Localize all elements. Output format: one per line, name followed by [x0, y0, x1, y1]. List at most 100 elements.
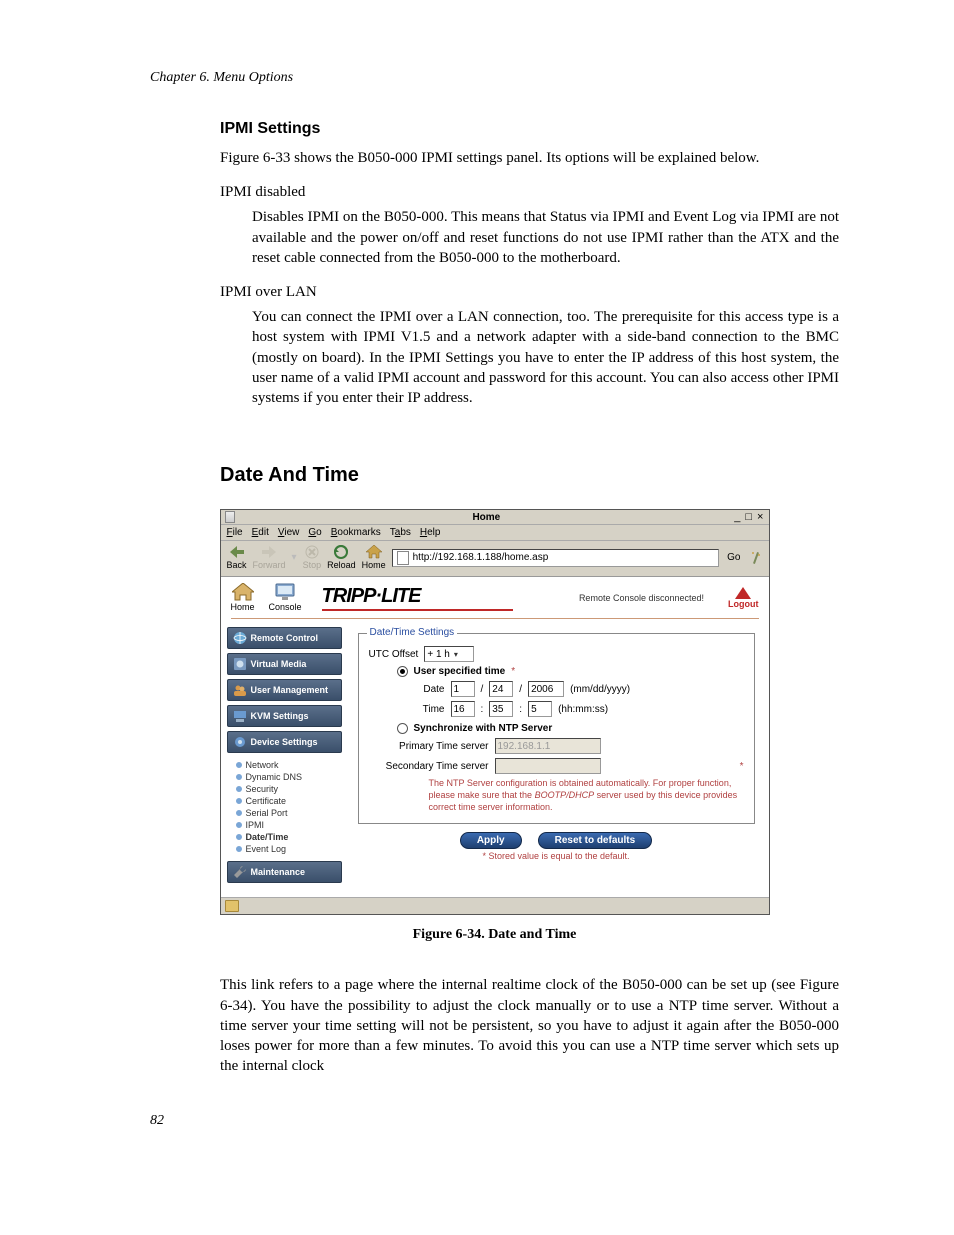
radio-user-time[interactable] [397, 666, 408, 677]
forward-arrow-icon [261, 545, 277, 559]
stop-button: Stop [303, 545, 322, 570]
stored-default-note: * Stored value is equal to the default. [358, 851, 755, 861]
figure-caption: Figure 6-34. Date and Time [150, 927, 839, 943]
forward-button: Forward [253, 545, 286, 570]
stop-label: Stop [303, 560, 322, 570]
sub-dynamic-dns[interactable]: Dynamic DNS [235, 771, 342, 783]
sidebar-item-remote-control[interactable]: Remote Control [227, 627, 342, 649]
sidebar-item-label: KVM Settings [251, 711, 309, 721]
def-ipmi-over-lan: You can connect the IPMI over a LAN conn… [150, 307, 839, 408]
sub-ipmi[interactable]: IPMI [235, 819, 342, 831]
logout-icon [735, 587, 751, 599]
home-label: Home [362, 560, 386, 570]
document-icon [397, 551, 409, 565]
date-label: Date [415, 684, 445, 695]
home-icon [366, 545, 382, 559]
time-hour-input[interactable]: 16 [451, 701, 475, 717]
page-number: 82 [150, 1113, 839, 1129]
utc-offset-label: UTC Offset [369, 649, 419, 660]
sub-serial-port[interactable]: Serial Port [235, 807, 342, 819]
menu-tabs[interactable]: Tabs [390, 527, 411, 538]
sidebar-item-label: User Management [251, 685, 329, 695]
nav-console[interactable]: Console [269, 583, 302, 612]
reload-button[interactable]: Reload [327, 545, 356, 570]
date-month-input[interactable]: 1 [451, 681, 475, 697]
menu-edit[interactable]: Edit [252, 527, 269, 538]
ipmi-settings-heading: IPMI Settings [150, 120, 839, 138]
main-panel: Date/Time Settings UTC Offset + 1 h User… [348, 619, 769, 897]
reload-label: Reload [327, 560, 356, 570]
utc-offset-select[interactable]: + 1 h [424, 646, 474, 662]
wand-icon[interactable] [749, 550, 763, 566]
brand-logo: TRIPP·LITE [322, 585, 513, 611]
menu-go[interactable]: Go [308, 527, 321, 538]
logout-button[interactable]: Logout [728, 587, 759, 609]
nav-console-label: Console [269, 602, 302, 612]
reset-defaults-button[interactable]: Reset to defaults [538, 832, 653, 849]
disk-icon [233, 657, 247, 671]
radio-ntp-label: Synchronize with NTP Server [414, 723, 553, 734]
chapter-header: Chapter 6. Menu Options [150, 70, 839, 86]
url-text: http://192.168.1.188/home.asp [413, 552, 549, 563]
toolbar: Back Forward ▾ Stop Reload [221, 541, 769, 577]
users-icon [233, 683, 247, 697]
menu-view[interactable]: View [278, 527, 300, 538]
time-minute-input[interactable]: 35 [489, 701, 513, 717]
sidebar-item-maintenance[interactable]: Maintenance [227, 861, 342, 883]
device-settings-submenu: Network Dynamic DNS Security Certificate… [227, 757, 342, 861]
radio-user-time-label: User specified time [414, 666, 506, 677]
folder-icon [225, 900, 239, 912]
menu-file[interactable]: File [227, 527, 243, 538]
sidebar-item-label: Maintenance [251, 867, 306, 877]
apply-button[interactable]: Apply [460, 832, 522, 849]
menubar[interactable]: File Edit View Go Bookmarks Tabs Help [221, 525, 769, 541]
back-button[interactable]: Back [227, 545, 247, 570]
go-button[interactable]: Go [725, 552, 742, 563]
nav-home-label: Home [231, 602, 255, 612]
menu-help[interactable]: Help [420, 527, 441, 538]
window-grip-icon [225, 511, 235, 523]
term-ipmi-disabled: IPMI disabled [150, 184, 839, 201]
sidebar-item-label: Device Settings [251, 737, 318, 747]
reload-icon [333, 545, 349, 559]
house-icon [232, 583, 254, 601]
globe-icon [233, 631, 247, 645]
sub-network[interactable]: Network [235, 759, 342, 771]
logout-label: Logout [728, 599, 759, 609]
primary-server-label: Primary Time server [369, 741, 489, 752]
date-day-input[interactable]: 24 [489, 681, 513, 697]
wrench-icon [233, 865, 247, 879]
nav-home[interactable]: Home [231, 583, 255, 612]
home-button[interactable]: Home [362, 545, 386, 570]
kvm-icon [233, 709, 247, 723]
sidebar-item-kvm-settings[interactable]: KVM Settings [227, 705, 342, 727]
sub-certificate[interactable]: Certificate [235, 795, 342, 807]
back-label: Back [227, 560, 247, 570]
primary-server-input: 192.168.1.1 [495, 738, 601, 754]
sub-event-log[interactable]: Event Log [235, 843, 342, 855]
url-bar[interactable]: http://192.168.1.188/home.asp [392, 549, 720, 567]
secondary-server-label: Secondary Time server [369, 761, 489, 772]
window-controls[interactable]: _ □ × [734, 511, 764, 523]
date-year-input[interactable]: 2006 [528, 681, 564, 697]
statusbar [221, 897, 769, 914]
monitor-icon [274, 583, 296, 601]
time-label: Time [415, 704, 445, 715]
window-title: Home [239, 512, 735, 523]
sidebar-item-user-management[interactable]: User Management [227, 679, 342, 701]
back-arrow-icon [229, 545, 245, 559]
sub-date-time[interactable]: Date/Time [235, 831, 342, 843]
time-format-hint: (hh:mm:ss) [558, 704, 608, 715]
menu-bookmarks[interactable]: Bookmarks [331, 527, 381, 538]
stop-icon [304, 545, 320, 559]
sub-security[interactable]: Security [235, 783, 342, 795]
def-ipmi-disabled: Disables IPMI on the B050-000. This mean… [150, 207, 839, 268]
date-time-heading: Date And Time [150, 464, 839, 487]
sidebar-item-virtual-media[interactable]: Virtual Media [227, 653, 342, 675]
radio-ntp[interactable] [397, 723, 408, 734]
sidebar-item-device-settings[interactable]: Device Settings [227, 731, 342, 753]
window-titlebar[interactable]: Home _ □ × [221, 510, 769, 525]
time-second-input[interactable]: 5 [528, 701, 552, 717]
logo-text: TRIPP·LITE [322, 585, 513, 608]
date-time-paragraph: This link refers to a page where the int… [150, 975, 839, 1076]
